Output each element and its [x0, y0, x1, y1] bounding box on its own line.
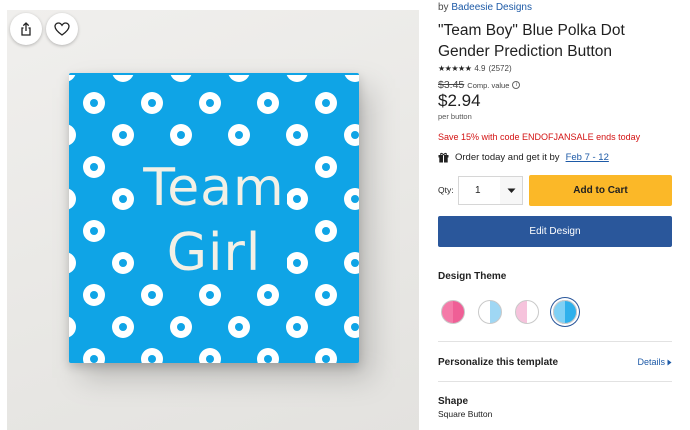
brand-link[interactable]: Badeesie Designs — [451, 2, 532, 13]
delivery-date-link[interactable]: Feb 7 - 12 — [566, 152, 609, 163]
sale-banner: Save 15% with code ENDOFJANSALE ends tod… — [438, 132, 641, 142]
product-photo: Team Girl — [7, 10, 419, 430]
byline: by Badeesie Designs — [438, 2, 532, 13]
product-text-line1: Team — [143, 158, 285, 218]
shape-value: Square Button — [438, 409, 493, 419]
share-button[interactable] — [10, 13, 42, 45]
price: $2.94 — [438, 91, 481, 110]
product-text-line2: Girl — [166, 223, 262, 283]
quantity-select[interactable]: 1 — [458, 176, 523, 205]
rating-value: 4.9 — [474, 64, 486, 73]
edit-design-button[interactable]: Edit Design — [438, 216, 672, 247]
chevron-right-icon — [667, 359, 672, 365]
compare-price-row: $3.45 Comp. value i — [438, 79, 521, 91]
add-to-cart-button[interactable]: Add to Cart — [529, 175, 672, 206]
share-icon — [21, 22, 31, 36]
divider — [438, 341, 672, 342]
compare-label: Comp. value — [467, 80, 510, 90]
divider — [438, 381, 672, 382]
rating-row[interactable]: ★★★★★ 4.9 (2572) — [438, 64, 512, 73]
personalize-label: Personalize this template — [438, 357, 559, 368]
theme-swatch[interactable] — [515, 300, 539, 324]
design-theme-label: Design Theme — [438, 271, 507, 282]
polka-dot-pattern — [69, 73, 359, 363]
shape-label: Shape — [438, 396, 469, 407]
product-button-image: Team Girl — [69, 73, 359, 363]
compare-price: $3.45 — [438, 79, 465, 91]
info-icon[interactable]: i — [512, 81, 521, 89]
details-link[interactable]: Details — [637, 357, 672, 367]
details-label: Details — [637, 357, 665, 367]
favorite-button[interactable] — [46, 13, 78, 45]
theme-swatch[interactable] — [478, 300, 502, 324]
theme-swatch[interactable] — [441, 300, 465, 324]
theme-swatch[interactable] — [553, 300, 577, 324]
quantity-value: 1 — [459, 177, 500, 204]
delivery-row: Order today and get it by Feb 7 - 12 — [438, 152, 609, 163]
delivery-text: Order today and get it by — [455, 152, 560, 163]
price-unit: per button — [438, 112, 472, 121]
star-rating-icon: ★★★★★ — [438, 64, 472, 73]
gift-icon — [438, 152, 449, 163]
qty-label: Qty: — [438, 185, 454, 195]
heart-icon — [54, 22, 70, 36]
chevron-down-icon[interactable] — [500, 177, 522, 204]
byline-prefix: by — [438, 2, 449, 13]
review-count: (2572) — [488, 64, 512, 73]
product-title: "Team Boy" Blue Polka Dot Gender Predict… — [438, 22, 625, 60]
